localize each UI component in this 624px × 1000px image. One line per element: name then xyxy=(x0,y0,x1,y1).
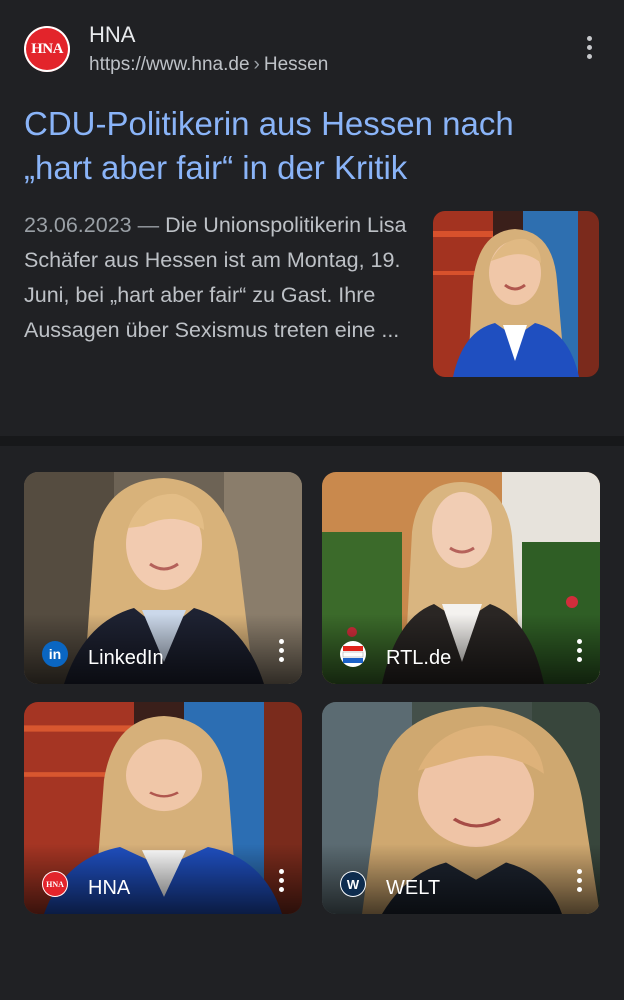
image-card-hna[interactable]: HNA HNA xyxy=(24,702,302,914)
linkedin-icon: in xyxy=(42,641,68,667)
more-options-icon[interactable] xyxy=(576,639,582,662)
source-label: HNA xyxy=(88,877,131,899)
source-label: LinkedIn xyxy=(88,647,164,669)
image-card-linkedin[interactable]: in LinkedIn xyxy=(24,472,302,684)
result-date: 23.06.2023 xyxy=(24,213,132,237)
rtl-icon xyxy=(340,641,366,667)
hna-logo-icon: HNA xyxy=(24,26,70,72)
title-line-2: „hart aber fair“ in der Kritik xyxy=(24,149,408,186)
breadcrumb-separator-icon: › xyxy=(253,54,260,75)
site-name: HNA xyxy=(89,22,136,47)
more-options-icon[interactable] xyxy=(278,869,284,892)
source-label: RTL.de xyxy=(386,647,452,669)
site-header[interactable]: HNA HNA https://www.hna.de › Hessen xyxy=(24,22,600,78)
result-title-link[interactable]: CDU-Politikerin aus Hessen nach „hart ab… xyxy=(24,102,594,190)
url-text: https://www.hna.de xyxy=(89,54,250,75)
more-options-icon[interactable] xyxy=(586,36,592,59)
hna-icon: HNA xyxy=(42,871,68,897)
title-line-1: CDU-Politikerin aus Hessen nach xyxy=(24,105,514,142)
site-url: https://www.hna.de › Hessen xyxy=(89,54,328,76)
result-thumbnail[interactable] xyxy=(433,211,599,377)
result-snippet: 23.06.2023 — Die Unionspolitikerin Lisa … xyxy=(24,208,414,348)
section-divider xyxy=(0,436,624,446)
more-options-icon[interactable] xyxy=(278,639,284,662)
welt-icon: W xyxy=(340,871,366,897)
image-card-rtl[interactable]: RTL.de xyxy=(322,472,600,684)
image-card-welt[interactable]: W WELT xyxy=(322,702,600,914)
more-options-icon[interactable] xyxy=(576,869,582,892)
source-label: WELT xyxy=(386,877,441,899)
date-separator: — xyxy=(137,213,160,237)
breadcrumb: Hessen xyxy=(263,54,329,75)
search-result: HNA HNA https://www.hna.de › Hessen CDU-Po… xyxy=(0,0,624,436)
thumbnail-photo xyxy=(433,211,599,377)
